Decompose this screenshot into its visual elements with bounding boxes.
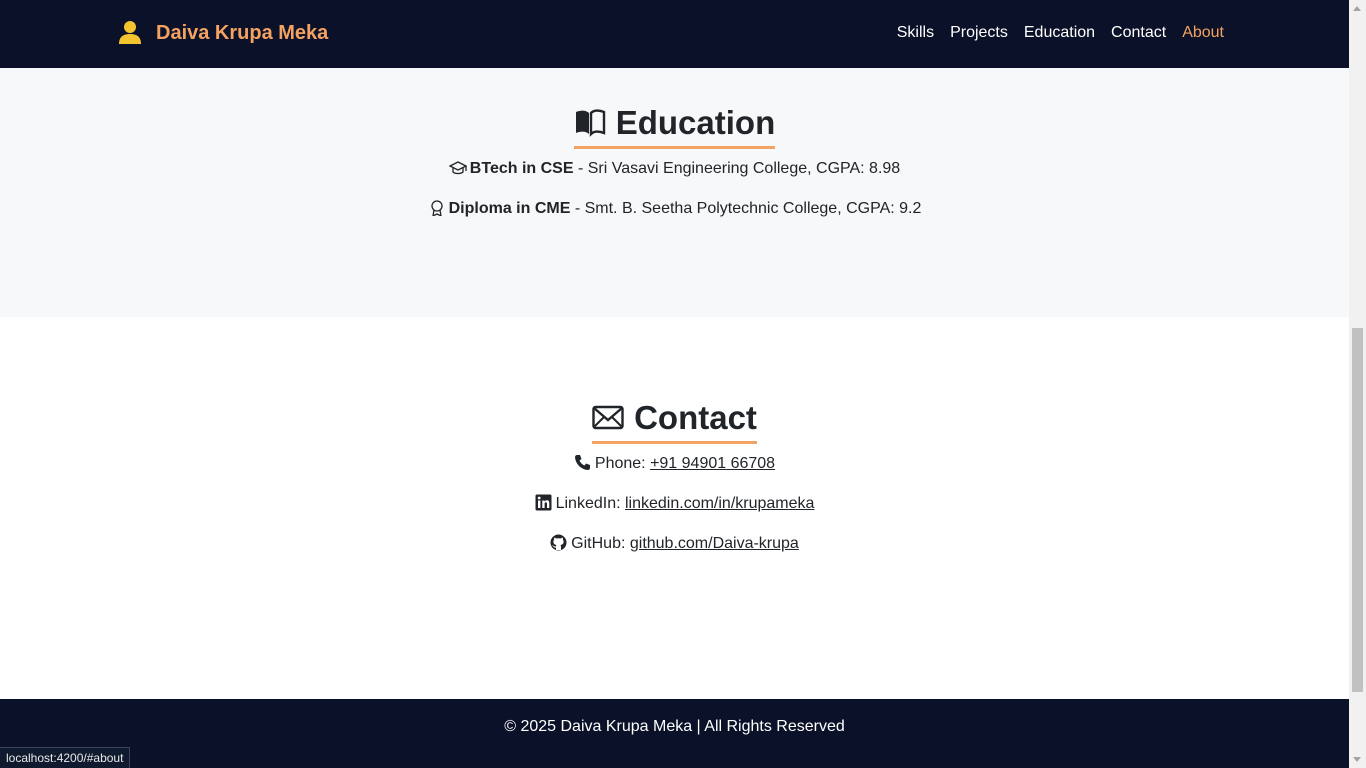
nav-link-skills[interactable]: Skills: [897, 24, 934, 41]
contact-phone: Phone: +91 94901 66708: [0, 454, 1349, 473]
scroll-up-arrow-icon[interactable]: [1353, 6, 1361, 11]
github-label: GitHub:: [571, 535, 630, 552]
scrollbar-thumb[interactable]: [1352, 328, 1363, 692]
nav-link-about[interactable]: About: [1182, 24, 1224, 41]
contact-github: GitHub: github.com/Daiva-krupa: [0, 534, 1349, 553]
contact-section: Contact Phone: +91 94901 66708 LinkedIn:…: [0, 317, 1349, 699]
navbar: Daiva Krupa Meka Skills Projects Educati…: [0, 0, 1349, 68]
brand-link[interactable]: Daiva Krupa Meka: [118, 20, 328, 46]
contact-title: Contact: [634, 399, 757, 436]
nav-links: Skills Projects Education Contact About: [897, 24, 1224, 42]
contact-heading: Contact: [592, 399, 757, 444]
phone-icon: [574, 454, 591, 471]
education-heading: Education: [573, 104, 776, 149]
education-detail: - Smt. B. Seetha Polytechnic College, CG…: [570, 200, 922, 217]
footer: © 2025 Daiva Krupa Meka | All Rights Res…: [0, 699, 1349, 768]
education-item: Diploma in CME - Smt. B. Seetha Polytech…: [0, 200, 1349, 218]
github-icon: [550, 534, 567, 551]
education-title: Education: [615, 104, 776, 141]
contact-linkedin: LinkedIn: linkedin.com/in/krupameka: [0, 494, 1349, 513]
envelope-icon: [592, 403, 624, 433]
scroll-down-arrow-icon[interactable]: [1353, 757, 1361, 762]
education-item: BTech in CSE - Sri Vasavi Engineering Co…: [0, 160, 1349, 178]
linkedin-icon: [535, 494, 552, 511]
education-degree: BTech in CSE: [469, 160, 574, 177]
linkedin-label: LinkedIn:: [555, 495, 625, 512]
award-icon: [428, 200, 446, 218]
nav-link-contact[interactable]: Contact: [1111, 24, 1166, 41]
brand-name: Daiva Krupa Meka: [156, 21, 329, 44]
page: Daiva Krupa Meka Skills Projects Educati…: [0, 0, 1349, 768]
status-bar-url: localhost:4200/#about: [0, 747, 131, 768]
education-section: Education BTech in CSE - Sri Vasavi Engi…: [0, 68, 1349, 317]
nav-link-education[interactable]: Education: [1024, 24, 1095, 41]
phone-link[interactable]: +91 94901 66708: [650, 455, 775, 472]
phone-label: Phone:: [594, 455, 651, 472]
footer-text: © 2025 Daiva Krupa Meka | All Rights Res…: [504, 718, 845, 735]
education-detail: - Sri Vasavi Engineering College, CGPA: …: [573, 160, 901, 177]
nav-link-projects[interactable]: Projects: [950, 24, 1008, 41]
github-link[interactable]: github.com/Daiva-krupa: [630, 535, 799, 552]
vertical-scrollbar[interactable]: [1349, 0, 1366, 768]
user-icon: [118, 20, 142, 46]
education-degree: Diploma in CME: [448, 200, 571, 217]
linkedin-link[interactable]: linkedin.com/in/krupameka: [625, 495, 814, 512]
mortarboard-icon: [448, 160, 468, 176]
open-book-icon: [574, 108, 606, 138]
